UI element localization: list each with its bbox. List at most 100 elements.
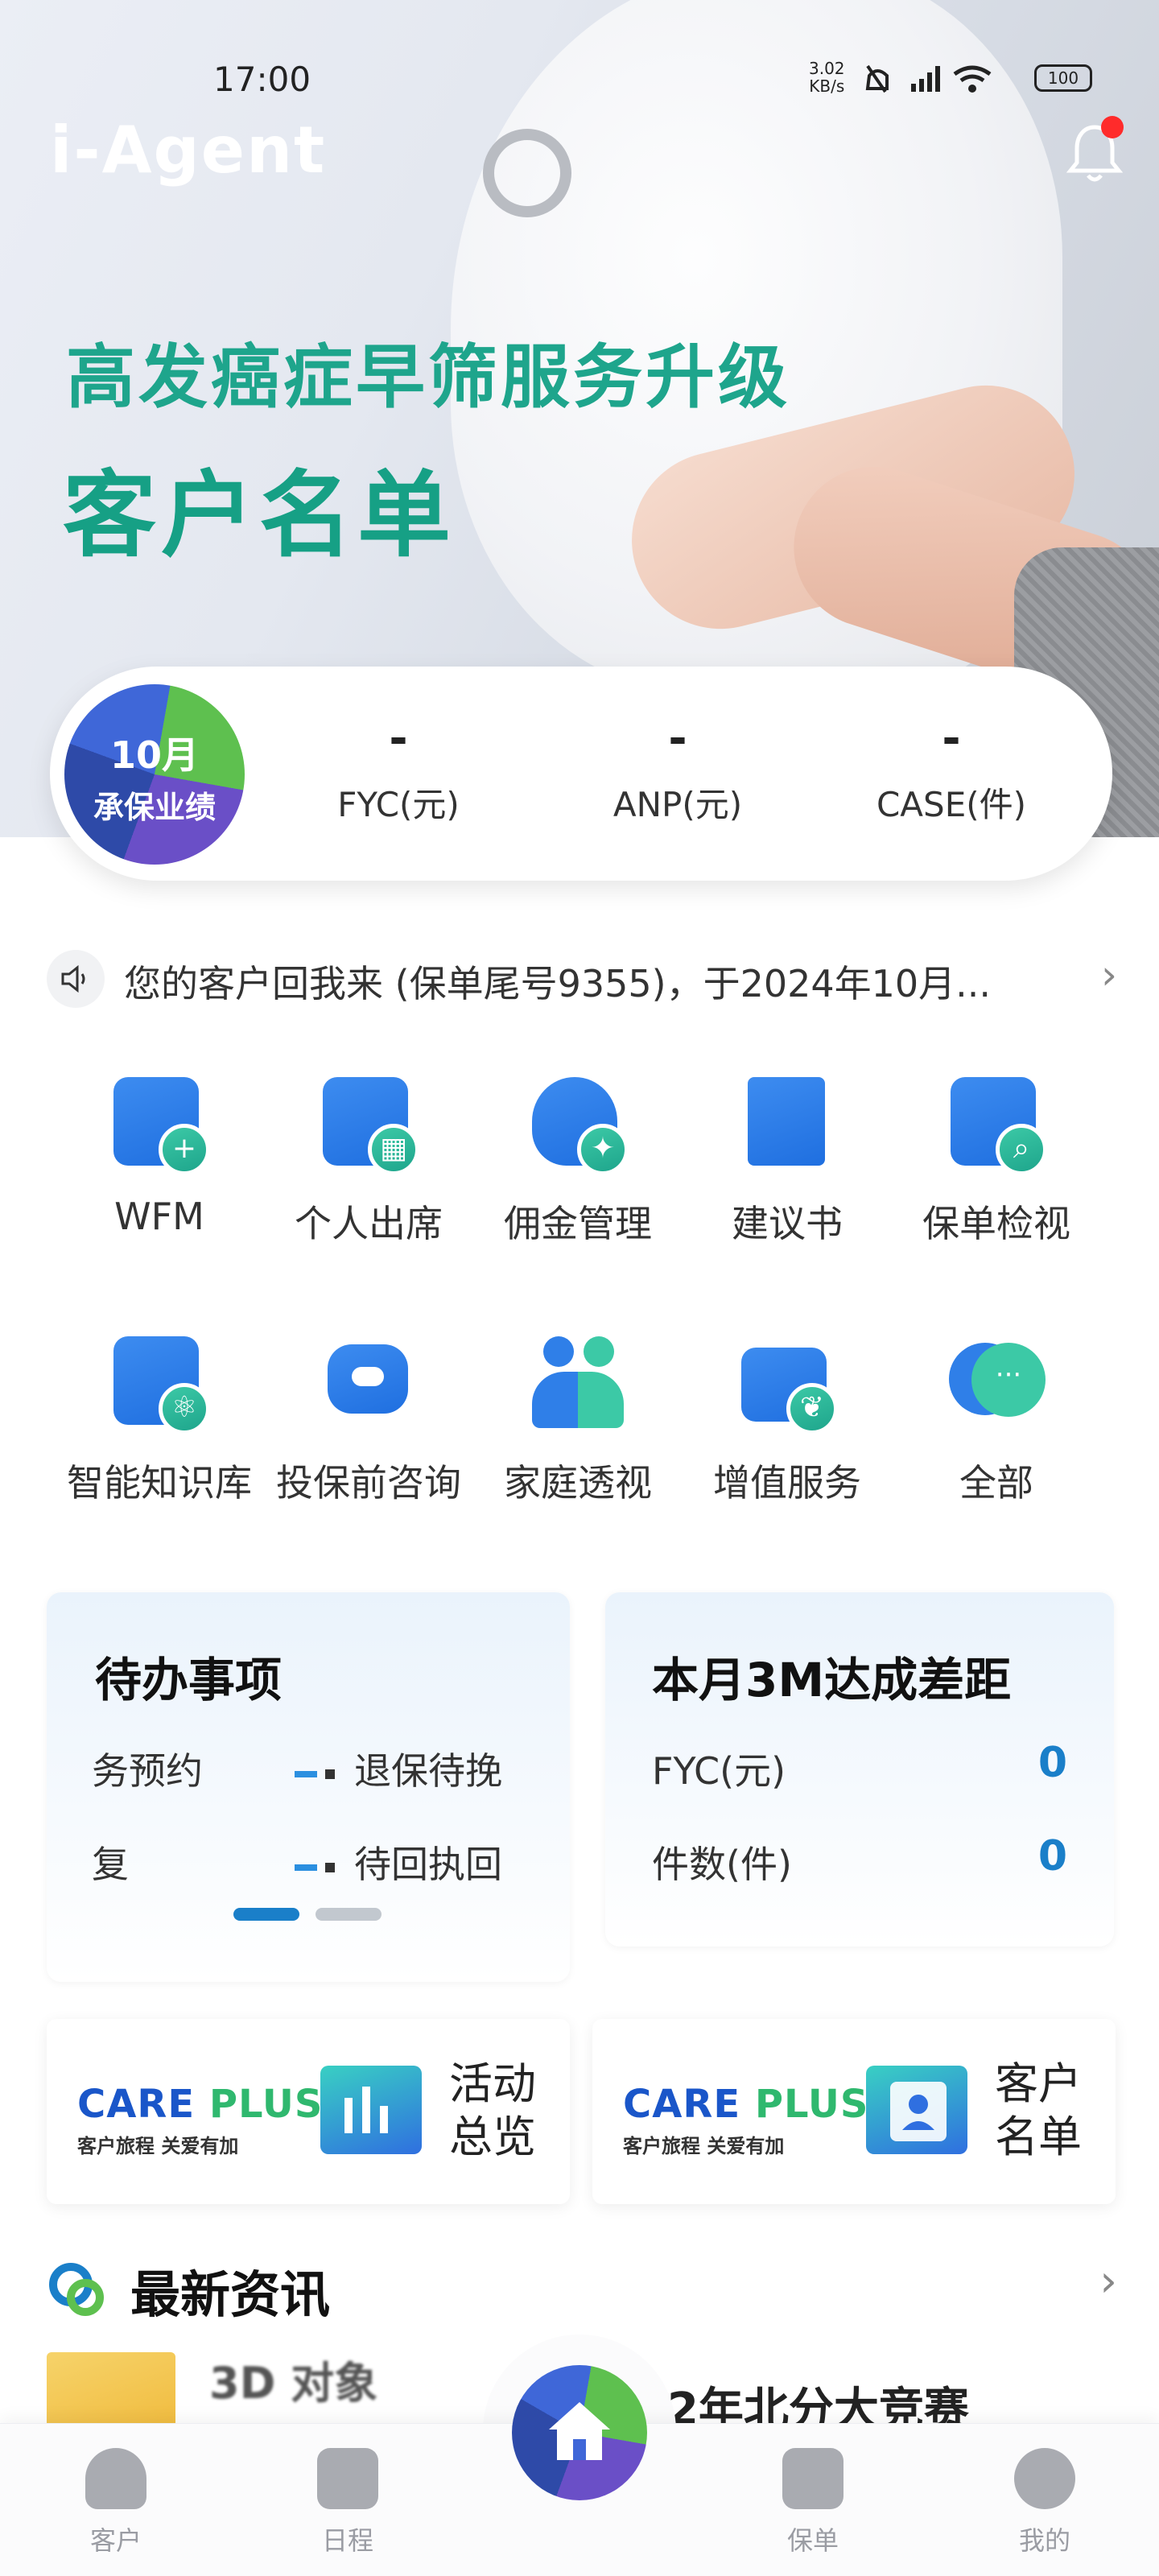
stat-label: FYC(元) bbox=[337, 785, 460, 824]
clipboard-search-icon: ⌕ bbox=[944, 1071, 1049, 1175]
shortcut-policy-review[interactable]: ⌕ 保单检视 bbox=[892, 1071, 1101, 1248]
promo-customer-list[interactable]: CARE PLUS 客户旅程 关爱有加 客户 名单 bbox=[592, 2019, 1116, 2204]
careplus-logo: CARE PLUS bbox=[623, 2082, 869, 2127]
status-icons bbox=[861, 61, 1006, 104]
dash-marker bbox=[295, 1864, 317, 1871]
shortcut-commission[interactable]: ✦ 佣金管理 bbox=[473, 1071, 683, 1248]
stat-label: CASE(件) bbox=[876, 785, 1027, 824]
chart-bars-icon bbox=[320, 2066, 422, 2154]
contact-card-icon bbox=[866, 2066, 967, 2154]
calendar-grid-icon: ▦ bbox=[316, 1071, 421, 1175]
dash-marker bbox=[295, 1770, 317, 1777]
family-icon bbox=[526, 1330, 630, 1435]
nav-customer[interactable]: 客户 bbox=[52, 2448, 180, 2557]
status-bar: 17:00 3.02 KB/s 100 bbox=[0, 56, 1159, 105]
news-title: 最新资讯 bbox=[130, 2265, 331, 2324]
schedule-icon bbox=[317, 2448, 378, 2509]
stethoscope-image bbox=[483, 129, 571, 217]
notification-bell-icon[interactable] bbox=[1062, 116, 1127, 185]
notification-dot bbox=[1101, 116, 1124, 138]
chevron-right-icon[interactable]: › bbox=[1099, 2256, 1117, 2306]
monthly-gap-card[interactable]: 本月3M达成差距 FYC(元) 0 件数(件) 0 bbox=[605, 1592, 1114, 1946]
more-chat-icon: ··· bbox=[944, 1330, 1049, 1435]
nav-label: 保单 bbox=[786, 2525, 839, 2556]
news-item-title[interactable]: 3D 对象 bbox=[209, 2347, 377, 2411]
gap-label: FYC(元) bbox=[652, 1749, 786, 1793]
stat-value: - bbox=[389, 712, 408, 765]
stat-value: - bbox=[668, 712, 687, 765]
shortcut-label: 佣金管理 bbox=[504, 1202, 652, 1245]
news-header[interactable]: 最新资讯 › bbox=[47, 2248, 1117, 2324]
shortcut-label: 全部 bbox=[959, 1461, 1033, 1505]
todo-item[interactable]: 退保待挽 bbox=[295, 1742, 502, 1795]
nav-profile[interactable]: 我的 bbox=[980, 2448, 1109, 2557]
nav-policy[interactable]: 保单 bbox=[749, 2448, 877, 2557]
shortcut-value-added[interactable]: ❦ 增值服务 bbox=[683, 1330, 892, 1507]
month-badge[interactable]: 10月 承保业绩 bbox=[64, 684, 245, 865]
app-brand: i-Agent bbox=[50, 113, 327, 188]
policy-icon bbox=[782, 2448, 843, 2509]
book-icon bbox=[735, 1071, 839, 1175]
shortcut-proposal[interactable]: 建议书 bbox=[683, 1071, 892, 1248]
nav-schedule[interactable]: 日程 bbox=[283, 2448, 412, 2557]
stat-anp: - ANP(元) bbox=[581, 715, 774, 827]
banner-subheadline: 客户名单 bbox=[63, 461, 456, 570]
promo-activity-overview[interactable]: CARE PLUS 客户旅程 关爱有加 活动 总览 bbox=[47, 2019, 570, 2204]
page-indicator bbox=[233, 1908, 398, 1924]
stat-label: ANP(元) bbox=[612, 785, 743, 824]
news-logo-icon bbox=[47, 2259, 108, 2320]
signal-wifi-icon bbox=[865, 64, 992, 93]
knowledge-book-icon: ⚛ bbox=[107, 1330, 212, 1435]
performance-card[interactable]: 10月 承保业绩 - FYC(元) - ANP(元) - CASE(件) bbox=[50, 667, 1112, 881]
stat-case: - CASE(件) bbox=[855, 715, 1048, 827]
chevron-right-icon: › bbox=[1101, 952, 1117, 998]
robot-icon bbox=[316, 1330, 421, 1435]
shortcut-label: 个人出席 bbox=[295, 1202, 443, 1245]
promo-title: 活动 总览 bbox=[449, 2058, 536, 2162]
gap-label: 件数(件) bbox=[652, 1843, 792, 1886]
gap-value: 0 bbox=[1037, 1739, 1067, 1787]
shortcut-knowledge[interactable]: ⚛ 智能知识库 bbox=[55, 1330, 264, 1507]
shortcut-consult[interactable]: 投保前咨询 bbox=[264, 1330, 473, 1507]
dash-marker bbox=[325, 1769, 335, 1779]
shortcut-label: 智能知识库 bbox=[67, 1461, 252, 1505]
promo-title: 客户 名单 bbox=[995, 2058, 1082, 2162]
briefcase-leaf-icon: ❦ bbox=[735, 1330, 839, 1435]
nav-label: 日程 bbox=[321, 2525, 373, 2556]
shortcut-attendance[interactable]: ▦ 个人出席 bbox=[264, 1071, 473, 1248]
badge-caption: 承保业绩 bbox=[93, 790, 216, 825]
careplus-tagline: 客户旅程 关爱有加 bbox=[77, 2135, 239, 2157]
status-time: 17:00 bbox=[213, 60, 311, 99]
shortcut-family[interactable]: 家庭透视 bbox=[473, 1330, 683, 1507]
page-dot bbox=[316, 1908, 382, 1921]
money-bag-icon: ✦ bbox=[526, 1071, 630, 1175]
home-button[interactable] bbox=[512, 2365, 647, 2500]
profile-icon bbox=[1014, 2448, 1075, 2509]
todo-card[interactable]: 待办事项 务预约 退保待挽 复 待回执回 bbox=[47, 1592, 570, 1982]
todo-title: 待办事项 bbox=[95, 1653, 283, 1707]
careplus-logo: CARE PLUS bbox=[77, 2082, 324, 2127]
shortcut-wfm[interactable]: + WFM bbox=[55, 1071, 264, 1238]
notice-text: 您的客户回我来 (保单尾号9355)，于2024年10月... bbox=[124, 962, 992, 1005]
gap-title: 本月3M达成差距 bbox=[652, 1653, 1012, 1707]
todo-item[interactable]: 待回执回 bbox=[295, 1835, 502, 1889]
careplus-tagline: 客户旅程 关爱有加 bbox=[623, 2135, 785, 2157]
page-dot-active bbox=[233, 1908, 299, 1921]
speaker-icon bbox=[47, 950, 105, 1008]
dash-marker bbox=[325, 1862, 335, 1872]
shortcut-all[interactable]: ··· 全部 bbox=[892, 1330, 1101, 1507]
badge-month: 10月 bbox=[109, 733, 199, 777]
notice-bar[interactable]: 您的客户回我来 (保单尾号9355)，于2024年10月... › bbox=[47, 947, 1117, 1011]
nav-label: 我的 bbox=[1018, 2525, 1070, 2556]
stat-value: - bbox=[942, 712, 961, 765]
todo-item[interactable]: 务预约 bbox=[92, 1742, 203, 1795]
shortcut-label: 投保前咨询 bbox=[276, 1461, 461, 1505]
todo-item[interactable]: 复 bbox=[92, 1835, 129, 1889]
gap-value: 0 bbox=[1037, 1832, 1067, 1880]
network-rate: 3.02 KB/s bbox=[809, 59, 845, 96]
calendar-plus-icon: + bbox=[107, 1071, 212, 1175]
shortcut-label: 建议书 bbox=[732, 1202, 843, 1245]
home-icon bbox=[549, 2402, 610, 2460]
nav-label: 客户 bbox=[89, 2525, 142, 2556]
shortcut-label: 增值服务 bbox=[713, 1461, 861, 1505]
